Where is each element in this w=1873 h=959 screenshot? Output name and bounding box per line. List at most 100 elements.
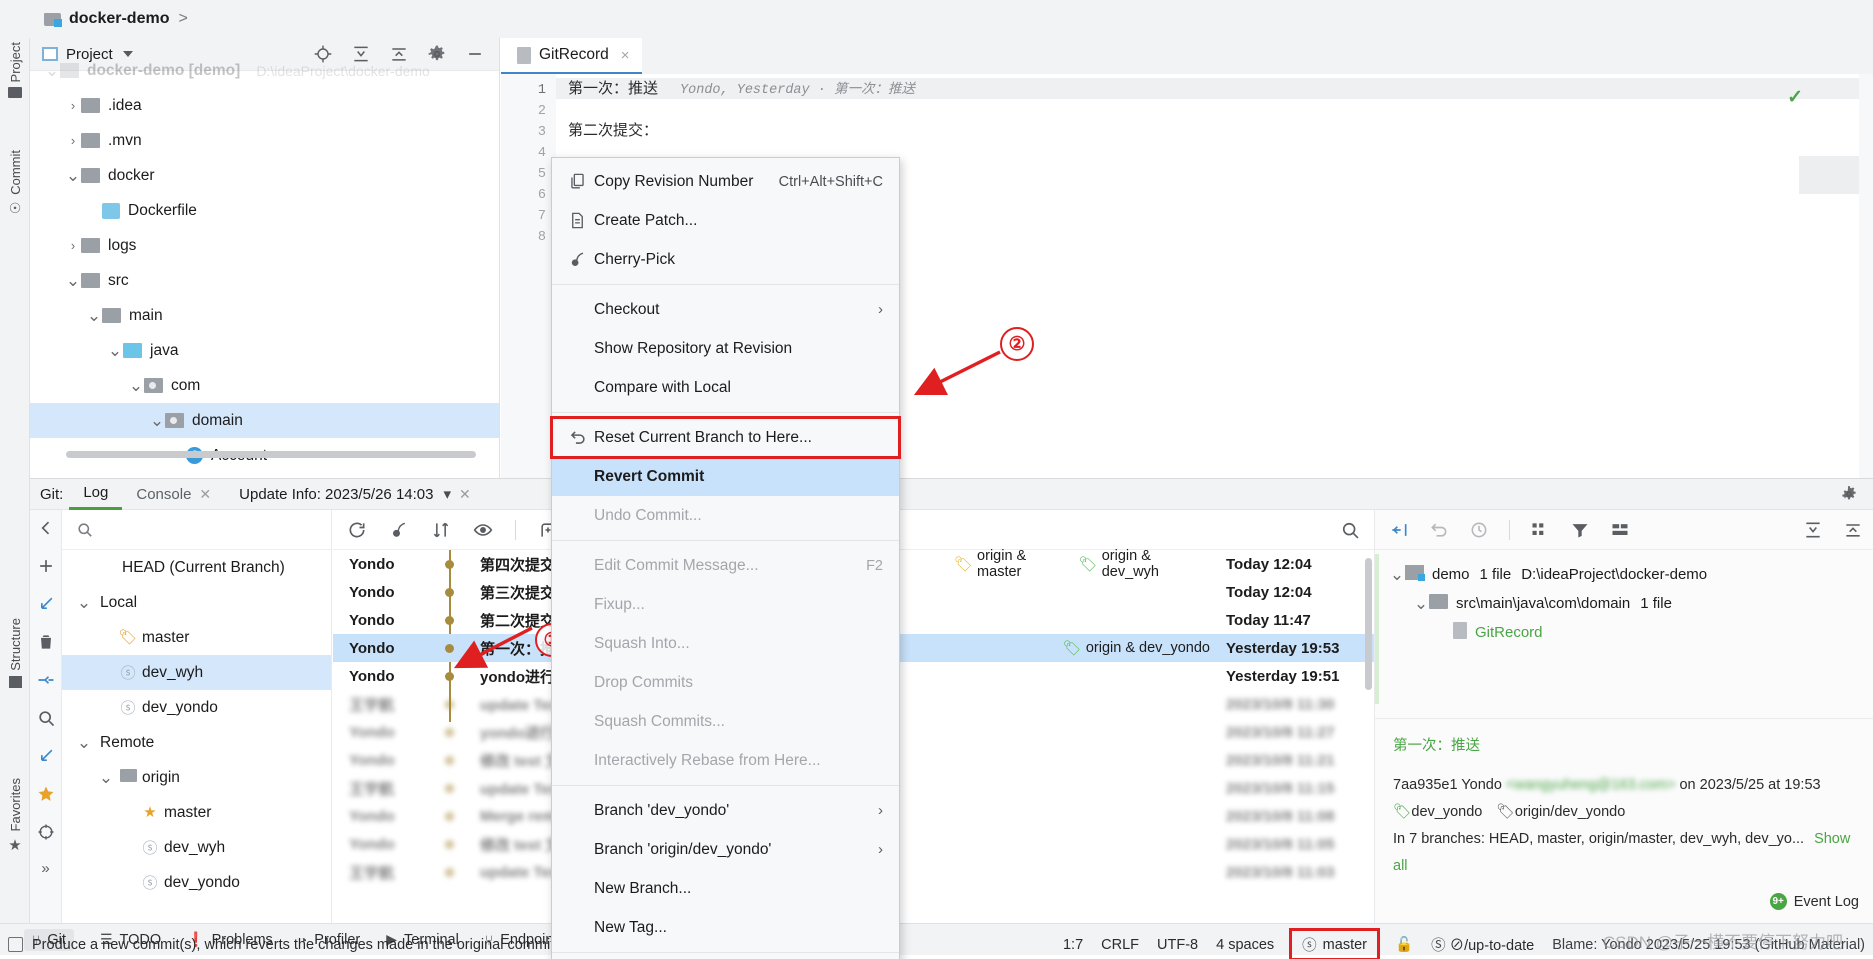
- editor-line[interactable]: [556, 99, 1873, 120]
- chevron-down-icon[interactable]: ⌄: [44, 61, 60, 81]
- branch-list-item[interactable]: HEAD (Current Branch): [62, 550, 331, 585]
- refresh-icon[interactable]: [347, 520, 367, 540]
- project-tree-node[interactable]: ⌄ docker: [30, 158, 499, 193]
- collapse-panel-icon[interactable]: [36, 518, 56, 538]
- sort-icon[interactable]: [431, 520, 451, 540]
- branch-search-row[interactable]: [62, 510, 331, 550]
- project-tree-node[interactable]: › .idea: [30, 88, 499, 123]
- add-icon[interactable]: [36, 556, 56, 576]
- delete-icon[interactable]: [36, 632, 56, 652]
- sidebar-item-project[interactable]: Project: [0, 42, 30, 99]
- rebase-icon[interactable]: [36, 746, 56, 766]
- caret-position[interactable]: 1:7: [1063, 937, 1083, 953]
- chevron-right-icon[interactable]: ›: [65, 133, 81, 148]
- menu-item-branch-origin-dev-yondo[interactable]: Branch 'origin/dev_yondo' ›: [552, 830, 899, 869]
- indent-setting[interactable]: 4 spaces: [1216, 937, 1274, 953]
- branch-list[interactable]: HEAD (Current Branch) ⌄ Local 🏷 master ⓢ dev_w…: [62, 550, 331, 900]
- changed-files-tree[interactable]: ⌄ demo 1 file D:\ideaProject\docker-demo ⌄ sr…: [1375, 550, 1873, 647]
- horizontal-scrollbar[interactable]: [66, 451, 476, 458]
- chevron-down-icon[interactable]: ⌄: [1389, 565, 1405, 585]
- branch-list-item[interactable]: ⓢ dev_yondo: [62, 865, 331, 900]
- branch-list-item[interactable]: ⓢ dev_wyh: [62, 830, 331, 865]
- commit-ref-chip[interactable]: 🏷 origin & dev_yondo: [1063, 639, 1210, 657]
- menu-item-new-tag[interactable]: New Tag...: [552, 908, 899, 947]
- editor-line[interactable]: 第二次提交：: [556, 120, 1873, 141]
- inspection-ok-icon[interactable]: ✓: [1787, 86, 1803, 109]
- menu-item-show-repository-at-revision[interactable]: Show Repository at Revision: [552, 329, 899, 368]
- branch-list-item[interactable]: ⌄ Remote: [62, 725, 331, 760]
- breadcrumb-project[interactable]: docker-demo: [69, 10, 169, 28]
- project-tree-node[interactable]: ⌄ com: [30, 368, 499, 403]
- branch-list-item[interactable]: ⌄ origin: [62, 760, 331, 795]
- branch-search-input[interactable]: [99, 521, 299, 538]
- tab-console[interactable]: Console ✕: [122, 479, 225, 510]
- project-tree-node[interactable]: ⌄ domain: [30, 403, 499, 438]
- tab-log[interactable]: Log: [69, 479, 123, 510]
- chevron-down-icon[interactable]: ⌄: [76, 593, 92, 613]
- event-log-widget[interactable]: 9+ Event Log: [1769, 893, 1859, 910]
- expand-icon[interactable]: [1803, 520, 1823, 540]
- sidebar-item-favorites[interactable]: Favorites ★: [0, 778, 30, 854]
- commit-ref-chip[interactable]: 🏷 origin & dev_wyh: [1079, 548, 1210, 580]
- chevron-down-icon[interactable]: ⌄: [65, 271, 81, 291]
- navigate-icon[interactable]: [36, 822, 56, 842]
- view-options-icon[interactable]: [1610, 520, 1630, 540]
- close-icon[interactable]: ✕: [459, 486, 471, 503]
- project-tree-node[interactable]: ⌄ java: [30, 333, 499, 368]
- collapse-all-icon[interactable]: [1843, 520, 1863, 540]
- commit-hash[interactable]: 7aa935e1: [1393, 777, 1458, 793]
- commit-ref-chip[interactable]: 🏷 origin & master: [954, 548, 1073, 580]
- merge-icon[interactable]: [36, 670, 56, 690]
- chevron-right-icon[interactable]: ›: [65, 238, 81, 253]
- branch-list-item[interactable]: 🏷 master: [62, 620, 331, 655]
- menu-item-reset-current-branch-to-here[interactable]: Reset Current Branch to Here...: [550, 416, 901, 459]
- lock-icon[interactable]: 🔓: [1395, 936, 1413, 953]
- close-icon[interactable]: ×: [621, 47, 630, 64]
- favorite-icon[interactable]: [36, 784, 56, 804]
- group-icon[interactable]: [1530, 520, 1550, 540]
- editor-tab-gitrecord[interactable]: GitRecord ×: [501, 38, 642, 74]
- filter-icon[interactable]: [1570, 520, 1590, 540]
- branch-list-item[interactable]: ⓢ dev_yondo: [62, 690, 331, 725]
- chevron-down-icon[interactable]: ⌄: [1413, 594, 1429, 614]
- search-icon[interactable]: [36, 708, 56, 728]
- vcs-status-widget[interactable]: Ⓢ ⊘/up-to-date: [1431, 934, 1534, 955]
- checkout-icon[interactable]: [36, 594, 56, 614]
- search-icon[interactable]: [1340, 520, 1360, 540]
- branch-list-item[interactable]: ⓢ dev_wyh: [62, 655, 331, 690]
- tab-update-info[interactable]: Update Info: 2023/5/26 14:03 ▾ ✕: [225, 479, 485, 510]
- chevron-down-icon[interactable]: ⌄: [98, 768, 114, 788]
- project-tree[interactable]: ⌄ docker-demo [demo] D:\ideaProject\docker…: [30, 53, 499, 478]
- more-icon[interactable]: »: [41, 860, 49, 877]
- changed-file-row[interactable]: GitRecord: [1375, 618, 1873, 647]
- project-tree-node[interactable]: ⌄ docker-demo [demo] D:\ideaProject\docker…: [30, 53, 499, 88]
- chevron-down-icon[interactable]: ⌄: [76, 733, 92, 753]
- commit-context-menu[interactable]: Copy Revision Number Ctrl+Alt+Shift+C Crea…: [550, 157, 901, 959]
- editor-line[interactable]: 第一次：推送 Yondo, Yesterday · 第一次：推送: [556, 78, 1873, 99]
- commit-ref-local[interactable]: dev_yondo: [1411, 804, 1482, 820]
- project-tree-node[interactable]: ⌄ src: [30, 263, 499, 298]
- sidebar-item-commit[interactable]: Commit ☉: [0, 150, 30, 217]
- chevron-down-icon[interactable]: ⌄: [149, 411, 165, 431]
- menu-item-compare-with-local[interactable]: Compare with Local: [552, 368, 899, 407]
- chevron-down-icon[interactable]: ⌄: [86, 306, 102, 326]
- file-encoding[interactable]: UTF-8: [1157, 937, 1198, 953]
- menu-item-copy-revision-number[interactable]: Copy Revision Number Ctrl+Alt+Shift+C: [552, 162, 899, 201]
- menu-item-checkout[interactable]: Checkout ›: [552, 290, 899, 329]
- menu-item-new-branch[interactable]: New Branch...: [552, 869, 899, 908]
- gear-icon[interactable]: [1839, 484, 1859, 504]
- editor-scrollbar[interactable]: [1859, 74, 1873, 478]
- status-branch-widget[interactable]: ⓢ master: [1289, 928, 1380, 959]
- chevron-down-icon[interactable]: ⌄: [107, 341, 123, 361]
- menu-item-cherry-pick[interactable]: Cherry-Pick: [552, 240, 899, 279]
- chevron-down-icon[interactable]: ⌄: [65, 166, 81, 186]
- menu-item-revert-commit[interactable]: Revert Commit: [552, 457, 899, 496]
- chevron-right-icon[interactable]: ›: [65, 98, 81, 113]
- close-icon[interactable]: ✕: [199, 486, 211, 503]
- branch-list-item[interactable]: ⌄ Local: [62, 585, 331, 620]
- line-separator[interactable]: CRLF: [1101, 937, 1139, 953]
- changed-file-row[interactable]: ⌄ src\main\java\com\domain 1 file: [1375, 589, 1873, 618]
- branch-list-item[interactable]: ★ master: [62, 795, 331, 830]
- project-tree-node[interactable]: › .mvn: [30, 123, 499, 158]
- cherry-pick-icon[interactable]: [389, 520, 409, 540]
